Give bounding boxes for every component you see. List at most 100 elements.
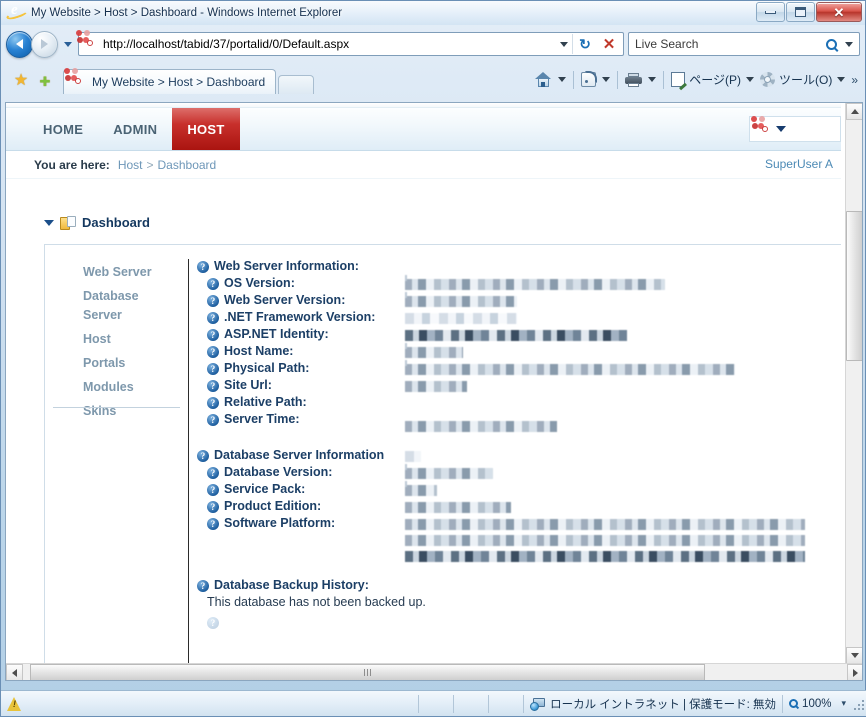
help-icon[interactable]: ? (207, 518, 219, 530)
scroll-thumb-vertical[interactable] (846, 211, 862, 361)
help-icon[interactable]: ? (207, 414, 219, 426)
info-row-physical-path: ? Physical Path: (197, 360, 841, 375)
info-label: Server Time: (224, 412, 300, 426)
security-zone[interactable]: ローカル イントラネット | 保護モード: 無効 (524, 691, 782, 717)
help-icon[interactable]: ? (197, 450, 209, 462)
section-heading-text: Database Server Information (214, 448, 385, 462)
dashboard-menu-item-skins[interactable]: Skins (83, 402, 188, 426)
stop-button[interactable]: ✕ (597, 32, 621, 56)
info-label: Product Edition: (224, 499, 322, 513)
scroll-right-button[interactable] (847, 664, 862, 680)
close-button[interactable]: ✕ (816, 2, 862, 22)
home-dropdown[interactable] (555, 68, 569, 92)
collapse-triangle-icon[interactable] (44, 219, 54, 226)
help-icon[interactable]: ? (207, 295, 219, 307)
scroll-up-button[interactable] (846, 103, 862, 120)
chevron-down-icon[interactable]: ▾ (841, 698, 846, 709)
address-bar[interactable]: http://localhost/tabid/37/portalid/0/Def… (76, 30, 624, 56)
print-dropdown[interactable] (645, 68, 659, 92)
info-row-relative-path: ? Relative Path: (197, 395, 841, 409)
dashboard-panel: Web Server Database Server Host Portals … (44, 244, 841, 664)
info-label: Host Name: (224, 344, 294, 358)
info-label: .NET Framework Version: (224, 310, 376, 324)
info-row-web-server-version: ? Web Server Version: (197, 292, 841, 307)
home-button[interactable] (532, 68, 555, 92)
help-icon[interactable]: ? (197, 580, 209, 592)
feeds-button[interactable] (578, 68, 599, 92)
feeds-dropdown[interactable] (599, 68, 613, 92)
chevron-down-icon (648, 77, 657, 82)
tools-menu-button[interactable]: ツール(O) (757, 68, 848, 92)
dashboard-menu-item-host[interactable]: Host (83, 330, 188, 354)
info-row-site-url: ? Site Url: (197, 378, 841, 392)
scroll-thumb-horizontal[interactable] (30, 664, 705, 680)
search-provider-dropdown[interactable] (840, 33, 857, 55)
help-icon[interactable]: ? (207, 380, 219, 392)
redacted-value (405, 292, 517, 307)
dashboard-menu-item-database-server[interactable]: Database Server (83, 287, 161, 330)
breadcrumb: You are here: Host > Dashboard SuperUser… (6, 151, 841, 179)
dashboard-menu-item-portals[interactable]: Portals (83, 354, 188, 378)
scroll-left-button[interactable] (6, 664, 23, 680)
history-dropdown-button[interactable] (61, 41, 75, 47)
tab-strip: My Website > Host > Dashboard (63, 68, 315, 94)
page-vertical-scrollbar[interactable] (845, 103, 862, 664)
maximize-button[interactable] (786, 2, 815, 22)
help-icon[interactable]: ? (207, 346, 219, 358)
print-button[interactable] (622, 68, 645, 92)
search-icon[interactable] (826, 38, 837, 50)
nav-item-home[interactable]: HOME (28, 108, 98, 150)
resize-grip[interactable] (852, 698, 864, 710)
search-box[interactable]: Live Search (628, 32, 860, 56)
zoom-control[interactable]: 100% ▾ (783, 691, 852, 717)
breadcrumb-item-dashboard[interactable]: Dashboard (158, 158, 217, 172)
dashboard-menu-item-web-server[interactable]: Web Server (83, 263, 188, 287)
back-button[interactable] (6, 30, 33, 58)
add-to-favorites-button[interactable]: ✚ (33, 68, 57, 94)
chevron-down-icon (837, 77, 846, 82)
help-icon[interactable]: ? (207, 397, 219, 409)
help-icon[interactable]: ? (207, 501, 219, 513)
internet-explorer-icon (5, 5, 29, 22)
address-input[interactable]: http://localhost/tabid/37/portalid/0/Def… (103, 37, 555, 51)
redacted-value (405, 343, 463, 358)
address-dropdown-button[interactable] (555, 33, 572, 55)
breadcrumb-item-host[interactable]: Host (118, 158, 143, 172)
superuser-link[interactable]: SuperUser A (765, 157, 833, 171)
minimize-button[interactable] (756, 2, 785, 22)
grip-icon (364, 669, 371, 676)
folder-icon (60, 215, 76, 230)
new-tab-button[interactable] (278, 75, 315, 94)
breadcrumb-label: You are here: (34, 157, 110, 172)
help-icon[interactable]: ? (207, 312, 219, 324)
help-icon[interactable]: ? (197, 261, 209, 273)
page-horizontal-scrollbar[interactable] (6, 663, 862, 680)
search-input[interactable]: Live Search (635, 37, 826, 51)
help-icon[interactable]: ? (207, 278, 219, 290)
section-heading-database-server: ? Database Server Information (197, 448, 841, 462)
toolbar-overflow-button[interactable]: » (848, 73, 861, 87)
refresh-button[interactable]: ↻ (573, 32, 597, 56)
close-icon: ✕ (602, 35, 616, 53)
help-icon[interactable]: ? (207, 363, 219, 375)
favorites-center-button[interactable]: ★ (9, 68, 33, 94)
window-controls: ✕ (755, 2, 862, 22)
nav-item-host[interactable]: HOST (172, 108, 240, 150)
status-cell (419, 691, 453, 717)
status-warning[interactable]: ! (1, 691, 28, 717)
chevron-down-icon (844, 41, 853, 47)
page-menu-button[interactable]: ページ(P) (668, 68, 757, 92)
scroll-down-button[interactable] (846, 647, 862, 664)
nav-item-admin[interactable]: ADMIN (98, 108, 172, 150)
help-icon[interactable]: ? (207, 467, 219, 479)
info-row-server-time: ? Server Time: (197, 412, 841, 432)
browser-tab[interactable]: My Website > Host > Dashboard (63, 68, 277, 94)
title-bar: My Website > Host > Dashboard - Windows … (1, 1, 865, 25)
info-label: Database Version: (224, 465, 333, 479)
help-icon[interactable]: ? (207, 484, 219, 496)
dashboard-menu-item-modules[interactable]: Modules (83, 378, 188, 402)
user-menu[interactable] (749, 116, 841, 142)
forward-button[interactable] (31, 30, 58, 58)
help-icon[interactable]: ? (207, 329, 219, 341)
arrow-up-icon (850, 109, 859, 114)
